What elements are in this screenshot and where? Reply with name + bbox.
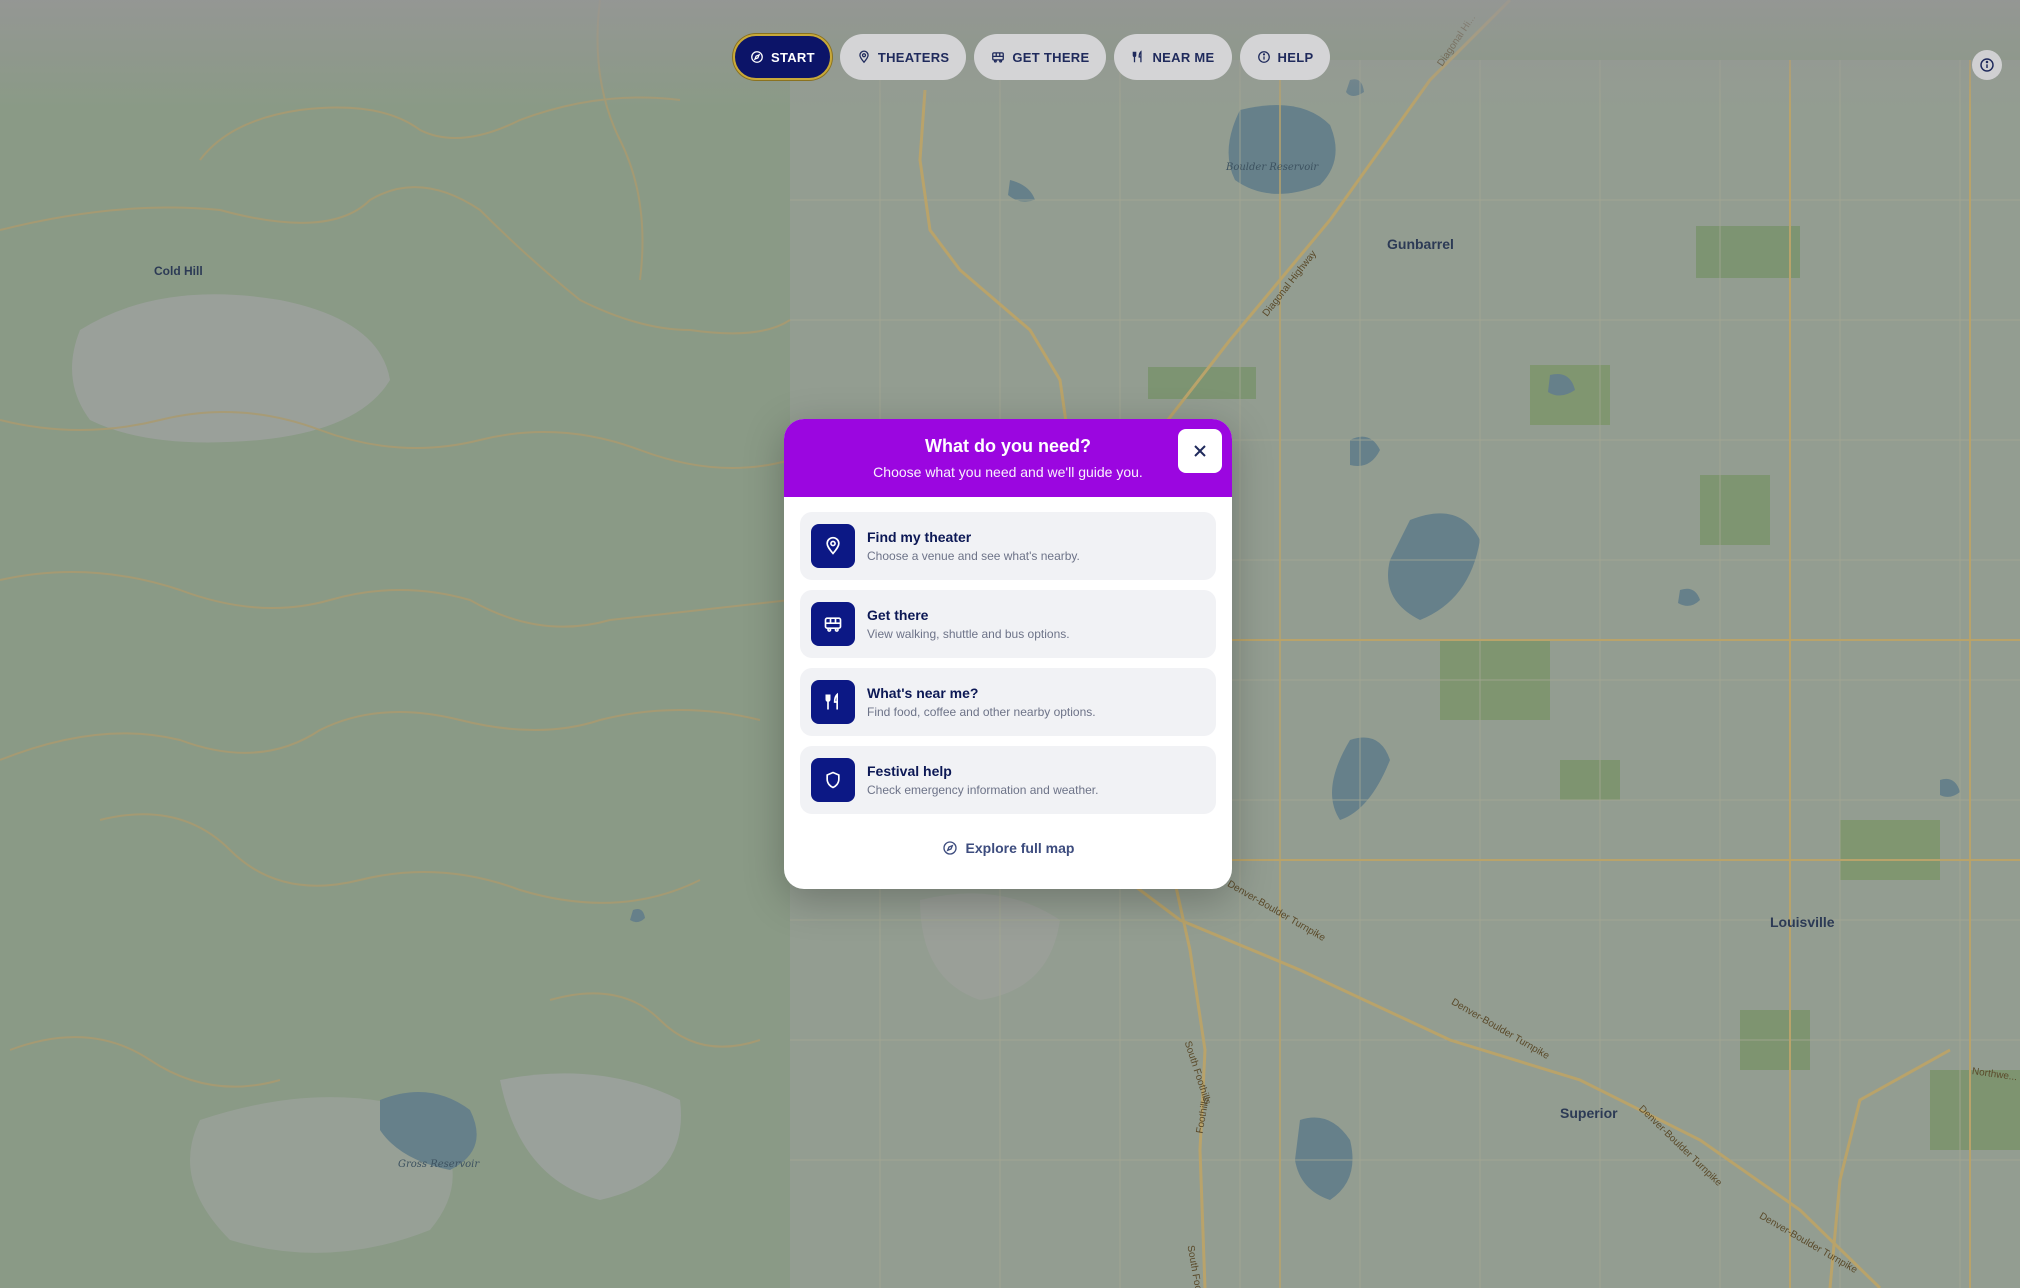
nav-start-button[interactable]: START [733, 34, 832, 80]
dialog-header: What do you need? Choose what you need a… [784, 419, 1232, 497]
nav-theaters-button[interactable]: THEATERS [839, 34, 967, 80]
compass-icon [751, 51, 763, 63]
nav-start-label: START [771, 49, 815, 65]
explore-full-map-link[interactable]: Explore full map [784, 840, 1232, 856]
info-icon [1257, 51, 1270, 63]
place-label-louisville: Louisville [1770, 914, 1835, 930]
info-icon [1980, 58, 1994, 72]
option-title: Get there [867, 607, 929, 623]
place-label-superior: Superior [1560, 1105, 1618, 1121]
nav-near-me-button[interactable]: NEAR ME [1114, 34, 1232, 80]
place-label-gunbarrel: Gunbarrel [1387, 236, 1454, 252]
option-icon-box [811, 524, 855, 568]
option-title: What's near me? [867, 685, 979, 701]
boulder-reservoir-water [1228, 105, 1336, 194]
what-do-you-need-dialog: What do you need? Choose what you need a… [784, 419, 1232, 889]
option-festival-help[interactable]: Festival help Check emergency informatio… [800, 746, 1216, 814]
water-label-gross-reservoir: Gross Reservoir [398, 1159, 480, 1170]
option-whats-near-me[interactable]: What's near me? Find food, coffee and ot… [800, 668, 1216, 736]
map-pin-icon [826, 536, 840, 555]
park-area [1560, 760, 1620, 800]
nav-help-button[interactable]: HELP [1239, 34, 1331, 80]
option-title: Find my theater [867, 529, 972, 545]
park-area [1530, 365, 1610, 425]
bus-icon [992, 52, 1005, 63]
place-label-cold-hill: Cold Hill [154, 264, 203, 278]
bus-icon [824, 617, 842, 632]
info-button[interactable] [1972, 50, 2002, 80]
option-get-there[interactable]: Get there View walking, shuttle and bus … [800, 590, 1216, 658]
nav-get-there-button[interactable]: GET THERE [974, 34, 1107, 80]
water-label-boulder-reservoir: Boulder Reservoir [1226, 162, 1319, 173]
close-icon [1194, 445, 1206, 457]
utensils-icon [825, 692, 838, 710]
option-find-my-theater[interactable]: Find my theater Choose a venue and see w… [800, 512, 1216, 580]
utensils-icon [1133, 50, 1143, 63]
explore-full-map-label: Explore full map [965, 840, 1075, 856]
shield-icon [826, 771, 840, 789]
option-description: Check emergency information and weather. [867, 783, 1099, 797]
map-pin-icon [859, 50, 869, 64]
option-icon-box [811, 758, 855, 802]
park-area [1696, 226, 1800, 278]
option-description: Choose a venue and see what's nearby. [867, 549, 1080, 563]
option-list: Find my theater Choose a venue and see w… [784, 497, 1232, 814]
nav-theaters-label: THEATERS [877, 49, 950, 65]
park-area [1700, 475, 1770, 545]
dialog-title: What do you need? [925, 436, 1091, 456]
top-navigation: START THEATERS GET THERE NEAR ME HELP [733, 34, 1331, 80]
option-description: Find food, coffee and other nearby optio… [867, 705, 1096, 719]
option-icon-box [811, 680, 855, 724]
nav-help-label: HELP [1277, 49, 1314, 65]
close-button[interactable] [1178, 429, 1222, 473]
nav-near-me-label: NEAR ME [1152, 49, 1215, 65]
option-description: View walking, shuttle and bus options. [867, 627, 1070, 641]
park-area [1840, 820, 1940, 880]
compass-icon [942, 841, 957, 855]
nav-get-there-label: GET THERE [1012, 49, 1090, 65]
option-title: Festival help [867, 763, 952, 779]
option-icon-box [811, 602, 855, 646]
dialog-subtitle: Choose what you need and we'll guide you… [873, 464, 1143, 480]
